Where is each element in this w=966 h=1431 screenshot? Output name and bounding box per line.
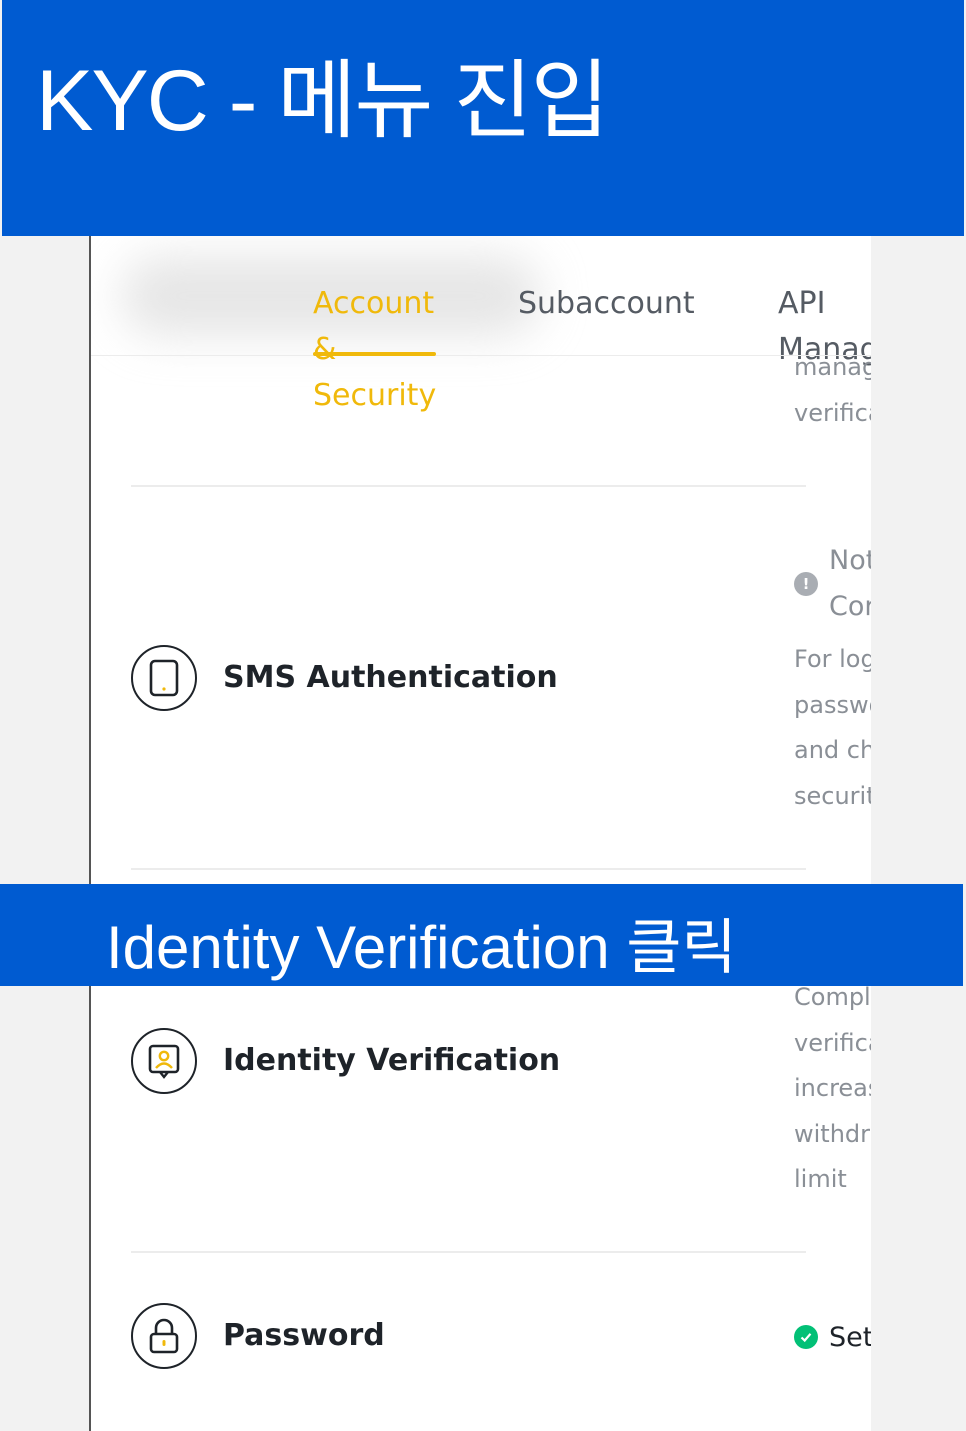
sms-description: For log passwo and cha securit xyxy=(794,637,871,819)
identity-description: Comple verifica increas withdra limit xyxy=(794,975,871,1203)
sms-status: Not Cor xyxy=(829,538,871,629)
lock-icon xyxy=(131,1303,197,1369)
top-desc-line: verifica xyxy=(794,398,871,427)
row-divider xyxy=(131,485,806,487)
row-divider xyxy=(131,868,806,870)
top-desc-line: manag xyxy=(794,353,871,381)
tab-subaccount[interactable]: Subaccount xyxy=(518,281,695,327)
tab-bar-line xyxy=(91,355,871,356)
sms-desc-line: passwo xyxy=(794,690,871,719)
exclamation-icon: ! xyxy=(794,572,818,596)
instruction-caption: Identity Verification 클릭 xyxy=(106,914,737,981)
identity-desc-line: limit xyxy=(794,1165,847,1193)
check-icon xyxy=(794,1325,818,1349)
sms-desc-line: securit xyxy=(794,781,871,810)
identity-verification-label[interactable]: Identity Verification xyxy=(223,1043,560,1078)
sms-status-line: Not xyxy=(829,545,871,576)
active-tab-underline xyxy=(313,352,436,356)
phone-icon xyxy=(131,645,197,711)
identity-desc-line: verifica xyxy=(794,1028,871,1057)
identity-desc-line: withdra xyxy=(794,1119,871,1148)
top-description: manag verifica xyxy=(794,345,871,436)
top-banner: KYC - 메뉴 진입 xyxy=(2,0,964,236)
sms-desc-line: For log xyxy=(794,645,871,673)
settings-panel: Account & Security Subaccount API Manag … xyxy=(89,236,871,1431)
password-label[interactable]: Password xyxy=(223,1318,385,1353)
sms-authentication-label[interactable]: SMS Authentication xyxy=(223,660,558,695)
id-card-icon xyxy=(131,1028,197,1094)
identity-desc-line: increas xyxy=(794,1074,871,1102)
sms-desc-line: and cha xyxy=(794,736,871,764)
tab-account-security[interactable]: Account & Security xyxy=(313,281,443,419)
row-divider xyxy=(131,1251,806,1253)
password-status: Set xyxy=(829,1322,871,1353)
banner-title: KYC - 메뉴 진입 xyxy=(36,53,610,149)
instruction-banner: Identity Verification 클릭 xyxy=(0,884,963,986)
sms-status-line: Cor xyxy=(829,590,871,622)
